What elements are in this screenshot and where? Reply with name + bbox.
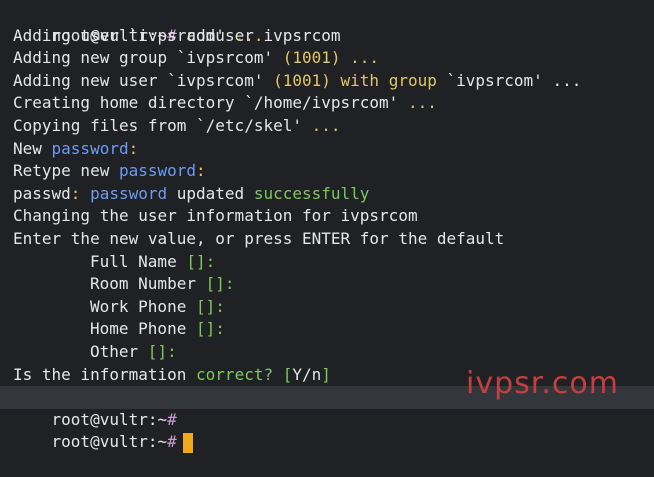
watermark-logo: ivpsr.com	[466, 366, 619, 401]
terminal-window[interactable]: root@vultr:~# adduser ivpsrcom Adding us…	[0, 0, 654, 453]
output-line: Adding new group `ivpsrcom' (1001) ...	[13, 48, 380, 68]
field-work-phone: Work Phone []:	[90, 296, 225, 316]
field-other: Other []:	[90, 342, 177, 361]
output-line: Enter the new value, or press ENTER for …	[13, 229, 505, 248]
command-line: root@vultr:~# adduser ivpsrcom	[0, 2, 654, 45]
text-cursor[interactable]	[182, 432, 193, 453]
output-line: Adding user `ivpsrcom' ...	[13, 25, 264, 45]
field-home-phone: Home Phone []:	[90, 319, 225, 339]
output-line: Changing the user information for ivpsrc…	[13, 206, 418, 226]
field-full-name: Full Name []:	[90, 251, 216, 271]
output-line: New password:	[13, 138, 139, 158]
output-line: Retype new password:	[13, 161, 206, 181]
active-prompt-line[interactable]: root@vultr:~#	[0, 409, 654, 453]
output-line: Adding new user `ivpsrcom' (1001) with g…	[13, 70, 582, 90]
field-room-number: Room Number []:	[90, 274, 235, 294]
output-line: passwd: password updated successfully	[13, 183, 370, 203]
output-line: Copying files from `/etc/skel' ...	[13, 116, 341, 135]
output-line: Creating home directory `/home/ivpsrcom'…	[13, 93, 437, 113]
